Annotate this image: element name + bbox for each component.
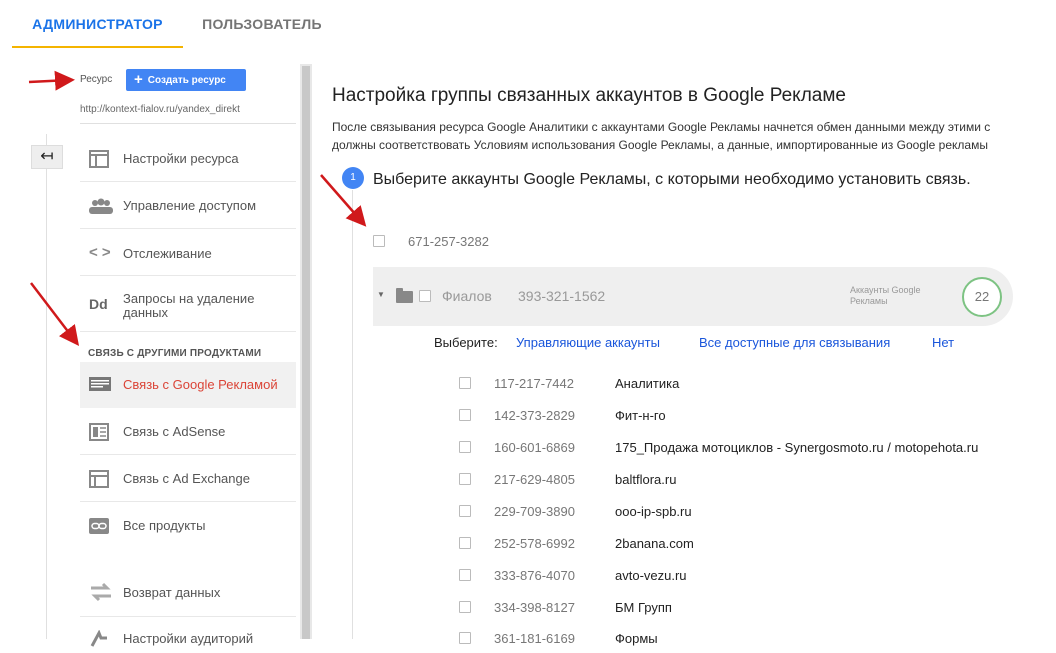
tab-admin[interactable]: АДМИНИСТРАТОР (12, 0, 183, 48)
account-checkbox[interactable] (459, 601, 471, 613)
swap-icon (89, 581, 111, 602)
sidebar-item-label: Управление доступом (123, 198, 257, 213)
audience-icon (89, 629, 111, 648)
sidebar-item-label: Отслеживание (123, 246, 212, 261)
account-checkbox[interactable] (459, 409, 471, 421)
select-managers-link[interactable]: Управляющие аккаунты (516, 335, 660, 350)
resource-url[interactable]: http://kontext-fialov.ru/yandex_direkt (80, 104, 240, 115)
sidebar-item-label: Запросы на удаление данных (123, 291, 255, 320)
account-checkbox[interactable] (459, 505, 471, 517)
sidebar-item-label: Связь с AdSense (123, 424, 226, 439)
top-tabs: АДМИНИСТРАТОР ПОЛЬЗОВАТЕЛЬ (0, 0, 1056, 50)
sidebar-item-label: Связь с Google Рекламой (123, 377, 278, 392)
description-line: должны соответствовать Условиям использо… (332, 138, 988, 152)
select-none-link[interactable]: Нет (932, 335, 954, 350)
divider (80, 123, 296, 124)
account-name: 175_Продажа мотоциклов - Synergosmoto.ru… (615, 440, 979, 455)
folder-icon (396, 288, 413, 303)
account-checkbox[interactable] (459, 569, 471, 581)
sidebar-item-all-products[interactable]: Все продукты (80, 503, 296, 549)
sidebar-item-data-deletion[interactable]: Dd Запросы на удаление данных (80, 277, 296, 332)
group-name: Фиалов (442, 288, 492, 304)
window-icon (89, 150, 111, 168)
account-checkbox[interactable] (459, 632, 471, 644)
adexchange-icon (89, 470, 111, 488)
arrow-left-icon: ↤ (40, 148, 54, 165)
account-checkbox[interactable] (459, 441, 471, 453)
account-name: avto-vezu.ru (615, 568, 687, 583)
sidebar-item-label: Настройки аудиторий (123, 631, 254, 646)
group-account-count: 22 (962, 277, 1002, 317)
sidebar-item-access[interactable]: Управление доступом (80, 183, 296, 229)
account-name: Аналитика (615, 376, 680, 391)
divider (46, 134, 47, 639)
create-resource-label: Создать ресурс (147, 75, 226, 86)
code-icon: < > (89, 244, 111, 261)
account-checkbox[interactable] (459, 377, 471, 389)
sidebar-item-label: Настройки ресурса (123, 151, 239, 166)
plus-icon: + (134, 71, 143, 88)
resource-label: Ресурс (80, 74, 113, 85)
tab-user[interactable]: ПОЛЬЗОВАТЕЛЬ (190, 0, 334, 48)
account-number: 160-601-6869 (494, 440, 575, 455)
chevron-down-icon[interactable]: ▼ (377, 290, 385, 299)
account-number: 229-709-3890 (494, 504, 575, 519)
group-checkbox[interactable] (419, 290, 431, 302)
sidebar-item-label: Все продукты (123, 518, 206, 533)
sidebar-item-data-import[interactable]: Возврат данных (80, 569, 296, 617)
account-name: baltflora.ru (615, 472, 677, 487)
ads-icon (89, 377, 111, 395)
account-checkbox[interactable] (373, 235, 385, 247)
account-number: 117-217-7442 (494, 376, 574, 391)
select-all-link[interactable]: Все доступные для связывания (699, 335, 890, 350)
account-number: 252-578-6992 (494, 536, 575, 551)
account-name: ooo-ip-spb.ru (615, 504, 692, 519)
dd-icon: Dd (89, 296, 108, 312)
section-heading: СВЯЗЬ С ДРУГИМИ ПРОДУКТАМИ (88, 348, 262, 359)
back-button[interactable]: ↤ (31, 145, 63, 169)
link-icon (89, 518, 111, 536)
red-arrow-icon (30, 282, 80, 346)
people-icon (89, 198, 113, 216)
account-number: 142-373-2829 (494, 408, 575, 423)
step-title: Выберите аккаунты Google Рекламы, с кото… (373, 171, 971, 188)
create-resource-button[interactable]: + Создать ресурс (126, 69, 246, 91)
account-checkbox[interactable] (459, 473, 471, 485)
description-line: После связывания ресурса Google Аналитик… (332, 120, 991, 134)
sidebar-item-label: Возврат данных (123, 585, 221, 600)
page-description: После связывания ресурса Google Аналитик… (332, 118, 990, 154)
step-connector (352, 190, 353, 639)
sidebar-item-adexchange[interactable]: Связь с Ad Exchange (80, 456, 296, 502)
sidebar-item-google-ads[interactable]: Связь с Google Рекламой (80, 362, 296, 408)
adsense-icon (89, 423, 111, 441)
account-checkbox[interactable] (459, 537, 471, 549)
account-name: БМ Групп (615, 600, 672, 615)
account-number: 217-629-4805 (494, 472, 575, 487)
group-number: 393-321-1562 (518, 288, 606, 304)
scrollbar-thumb[interactable] (302, 66, 310, 639)
red-arrow-icon (28, 70, 75, 91)
sidebar-item-tracking[interactable]: < > Отслеживание (80, 230, 296, 276)
account-number: 334-398-8127 (494, 600, 575, 615)
account-name: 2banana.com (615, 536, 694, 551)
select-label: Выберите: (434, 335, 498, 350)
account-name: Фит-н-го (615, 408, 666, 423)
group-accounts-label: Аккаунты Google Рекламы (850, 285, 921, 306)
sidebar-item-adsense[interactable]: Связь с AdSense (80, 409, 296, 455)
sidebar-item-audiences[interactable]: Настройки аудиторий (80, 618, 296, 648)
account-number: 671-257-3282 (408, 234, 489, 249)
account-number: 333-876-4070 (494, 568, 575, 583)
page-title: Настройка группы связанных аккаунтов в G… (332, 85, 846, 106)
sidebar-item-label: Связь с Ad Exchange (123, 471, 250, 486)
sidebar-item-resource-settings[interactable]: Настройки ресурса (80, 136, 296, 182)
step-number-badge: 1 (342, 167, 364, 189)
